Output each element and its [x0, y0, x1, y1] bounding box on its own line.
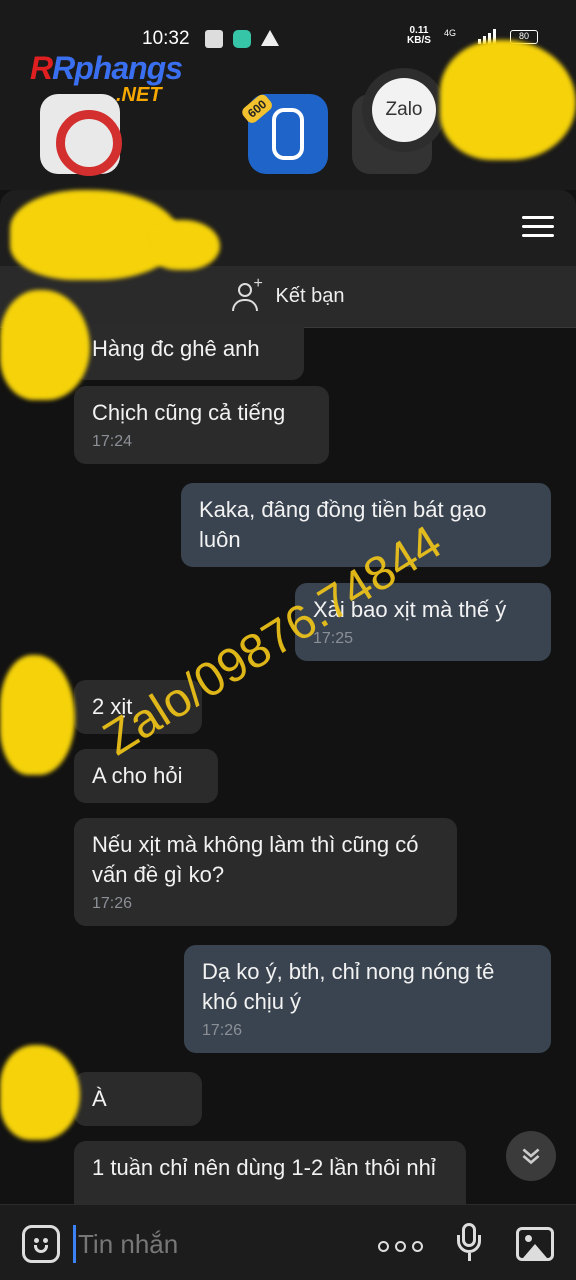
menu-icon[interactable]	[522, 216, 554, 238]
message-bubble[interactable]: 1 tuần chỉ nên dùng 1-2 lần thôi nhỉ	[74, 1141, 466, 1204]
shopping-bag-icon	[205, 30, 223, 48]
message-text: A cho hỏi	[92, 763, 183, 788]
network-type: 4G	[444, 28, 457, 38]
app-icon-red[interactable]	[40, 94, 122, 176]
message-text: Kaka, đâng đồng tiền bát gạo luôn	[199, 497, 487, 552]
message-text: Nếu xịt mà không làm thì cũng có vấn đề …	[92, 832, 419, 887]
message-text: À	[92, 1086, 107, 1111]
message-time: 17:26	[202, 1022, 243, 1039]
message-text: 1 tuần chỉ nên dùng 1-2 lần thôi nhỉ	[92, 1155, 436, 1180]
text-cursor	[73, 1225, 76, 1263]
app-notification-icon	[233, 30, 251, 48]
add-person-icon: +	[231, 275, 264, 313]
redaction-blob	[440, 40, 576, 160]
scroll-to-bottom-button[interactable]	[506, 1131, 556, 1181]
message-time: 17:24	[92, 433, 133, 450]
message-input-bar	[0, 1204, 576, 1280]
message-text: Dạ ko ý, bth, chỉ nong nóng tê khó chịu …	[202, 959, 495, 1014]
message-bubble[interactable]: Hàng đc ghê anh	[74, 324, 304, 380]
message-text: Hàng đc ghê anh	[92, 336, 260, 361]
message-bubble[interactable]: À	[74, 1072, 202, 1126]
watermark-logo-domain: .NET	[116, 84, 162, 106]
message-bubble[interactable]: Nếu xịt mà không làm thì cũng có vấn đề …	[74, 818, 457, 926]
message-input[interactable]	[78, 1225, 358, 1263]
notification-icons	[205, 30, 279, 48]
redaction-blob	[0, 290, 90, 400]
app-badge: 600	[239, 92, 275, 126]
message-time: 17:26	[92, 895, 133, 912]
microphone-icon[interactable]	[456, 1223, 482, 1263]
chevron-double-down-icon	[522, 1148, 540, 1165]
emoji-sticker-icon[interactable]	[22, 1225, 60, 1263]
redaction-blob	[0, 1045, 80, 1140]
redaction-blob	[150, 220, 220, 270]
image-icon[interactable]	[516, 1227, 554, 1261]
traffic-light-icon	[272, 108, 304, 160]
watermark-logo: RRphangs	[30, 50, 183, 86]
message-text: Chịch cũng cả tiếng	[92, 400, 286, 425]
zalo-icon[interactable]: Zalo	[372, 78, 436, 142]
warning-icon	[261, 30, 279, 46]
app-icon-traffic-light[interactable]: 600	[239, 92, 328, 174]
add-friend-label: Kết bạn	[275, 285, 345, 307]
message-bubble[interactable]: Dạ ko ý, bth, chỉ nong nóng tê khó chịu …	[184, 945, 551, 1053]
message-bubble[interactable]: Chịch cũng cả tiếng 17:24	[74, 386, 329, 464]
more-options-icon[interactable]	[378, 1241, 423, 1252]
status-time: 10:32	[142, 28, 190, 49]
message-bubble[interactable]: A cho hỏi	[74, 749, 218, 803]
redaction-blob	[0, 655, 75, 775]
message-time: 17:25	[313, 630, 354, 647]
network-speed: 0.11 KB/S	[407, 25, 431, 46]
